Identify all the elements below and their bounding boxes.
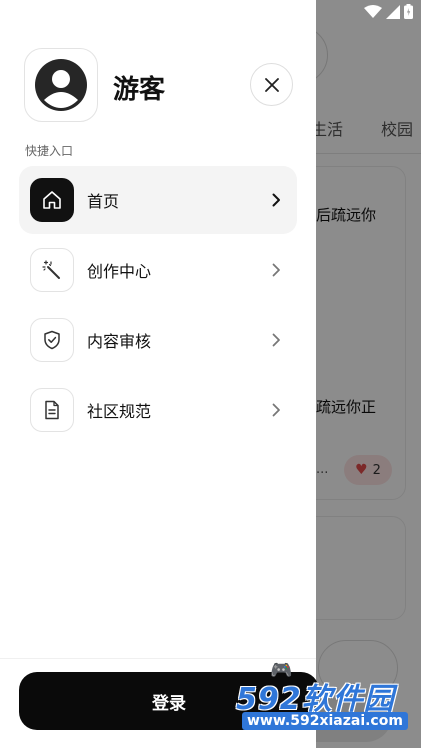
watermark-logo: 🎮 592软件园 www.592xiazai.com xyxy=(232,660,421,740)
close-icon xyxy=(264,77,279,92)
menu-item-home[interactable]: 首页 xyxy=(19,166,297,234)
menu-item-label: 首页 xyxy=(87,192,120,211)
chevron-right-icon xyxy=(272,403,281,417)
menu-item-label: 内容审核 xyxy=(87,332,152,351)
avatar[interactable] xyxy=(24,48,98,122)
close-button[interactable] xyxy=(250,63,293,106)
menu-item-creation-center[interactable]: 创作中心 xyxy=(19,236,297,304)
shield-check-icon xyxy=(44,330,60,350)
menu-item-community-guidelines[interactable]: 社区规范 xyxy=(19,376,297,444)
chevron-right-icon xyxy=(272,193,281,207)
battery-icon xyxy=(404,4,413,19)
signal-icon xyxy=(386,4,400,19)
username: 游客 xyxy=(113,75,166,105)
menu-item-content-review[interactable]: 内容审核 xyxy=(19,306,297,374)
watermark-url: www.592xiazai.com xyxy=(242,712,408,730)
menu-icon-box xyxy=(30,318,74,362)
menu-icon-box xyxy=(30,248,74,292)
user-icon xyxy=(35,59,87,111)
magic-wand-icon xyxy=(42,260,60,279)
menu-item-label: 社区规范 xyxy=(87,402,152,421)
section-title: 快捷入口 xyxy=(25,144,74,158)
menu-icon-box xyxy=(30,388,74,432)
menu-icon-box xyxy=(30,178,74,222)
chevron-right-icon xyxy=(272,263,281,277)
side-drawer: 游客 快捷入口 首页 创作中心 内容审核 社区规范 xyxy=(0,0,316,748)
menu-item-label: 创作中心 xyxy=(87,262,152,281)
chevron-right-icon xyxy=(272,333,281,347)
drawer-divider xyxy=(0,658,316,659)
wifi-icon xyxy=(364,4,382,18)
document-icon xyxy=(45,400,59,420)
status-bar xyxy=(364,4,413,19)
home-icon xyxy=(43,191,61,209)
